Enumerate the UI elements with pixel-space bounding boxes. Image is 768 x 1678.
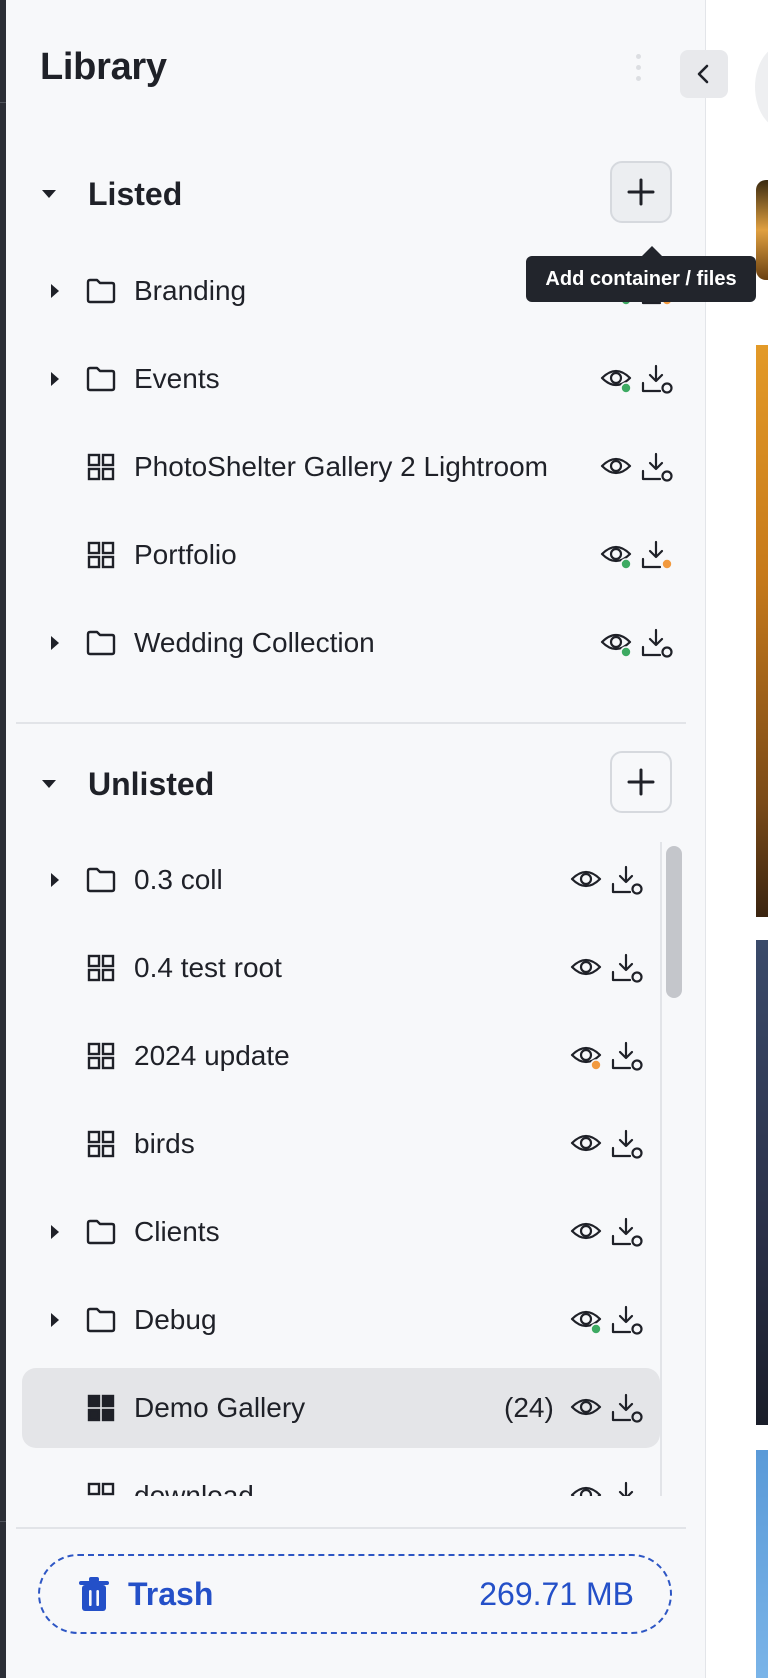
item-label: 0.4 test root — [134, 952, 282, 983]
unlisted-list[interactable]: 0.3 coll 0.4 test root 2024 update birds Cli… — [0, 838, 700, 1496]
caret-right-icon[interactable] — [48, 633, 62, 653]
visibility-eye-icon[interactable] — [600, 363, 634, 395]
add-unlisted-button[interactable] — [610, 751, 672, 813]
trash-button[interactable]: Trash 269.71 MB — [38, 1554, 672, 1634]
unlisted-item[interactable]: 0.4 test root — [22, 928, 660, 1008]
unlisted-item[interactable]: birds — [22, 1104, 660, 1184]
scrollbar-thumb[interactable] — [666, 846, 682, 998]
folder-icon — [85, 275, 117, 307]
section-listed-header[interactable]: Listed — [40, 174, 182, 214]
unlisted-item[interactable]: Debug — [22, 1280, 660, 1360]
trash-size: 269.71 MB — [479, 1575, 634, 1612]
item-label: Clients — [134, 1216, 220, 1247]
preview-thumbnail[interactable] — [756, 940, 768, 1425]
item-label: Branding — [134, 275, 247, 306]
visibility-eye-icon[interactable] — [570, 1392, 604, 1424]
download-settings-icon[interactable] — [610, 1128, 644, 1160]
gallery-grid-icon — [85, 539, 117, 571]
visibility-eye-icon[interactable] — [570, 952, 604, 984]
unlisted-item[interactable]: download — [22, 1456, 660, 1496]
download-settings-icon[interactable] — [610, 864, 644, 896]
trash-icon — [79, 1577, 109, 1611]
preview-thumbnail[interactable] — [756, 1450, 768, 1678]
item-label: download — [134, 1480, 254, 1496]
unlisted-item[interactable]: Clients — [22, 1192, 660, 1272]
add-listed-button[interactable] — [610, 161, 672, 223]
item-label: 2024 update — [134, 1040, 290, 1071]
download-settings-icon[interactable] — [640, 363, 674, 395]
caret-down-icon — [40, 778, 70, 790]
folder-icon — [85, 363, 117, 395]
download-settings-icon[interactable] — [610, 1480, 644, 1496]
caret-right-icon[interactable] — [48, 1310, 62, 1330]
trash-label: Trash — [128, 1575, 214, 1612]
download-settings-icon[interactable] — [610, 1392, 644, 1424]
download-settings-icon[interactable] — [640, 539, 674, 571]
add-container-tooltip: Add container / files — [526, 246, 756, 302]
visibility-eye-icon[interactable] — [570, 1480, 604, 1496]
download-settings-icon[interactable] — [640, 627, 674, 659]
section-unlisted-label: Unlisted — [88, 765, 215, 802]
more-options-icon[interactable] — [633, 54, 643, 88]
visibility-eye-icon[interactable] — [570, 864, 604, 896]
footer-divider — [16, 1527, 686, 1529]
download-settings-icon[interactable] — [610, 1040, 644, 1072]
visibility-eye-icon[interactable] — [600, 627, 634, 659]
item-label: Demo Gallery — [134, 1392, 306, 1423]
folder-icon — [85, 1216, 117, 1248]
unlisted-item[interactable]: Demo Gallery (24) — [22, 1368, 660, 1448]
gallery-grid-icon — [85, 1128, 117, 1160]
download-settings-icon[interactable] — [610, 1216, 644, 1248]
download-settings-icon[interactable] — [610, 952, 644, 984]
item-label: Debug — [134, 1304, 217, 1335]
gallery-grid-icon — [85, 952, 117, 984]
visibility-eye-icon[interactable] — [570, 1128, 604, 1160]
gallery-grid-icon — [85, 451, 117, 483]
caret-right-icon[interactable] — [48, 281, 62, 301]
caret-right-icon[interactable] — [48, 369, 62, 389]
visibility-eye-icon[interactable] — [600, 539, 634, 571]
content-preview-edge — [707, 0, 768, 1678]
visibility-eye-icon[interactable] — [570, 1304, 604, 1336]
avatar[interactable] — [755, 44, 768, 130]
folder-icon — [85, 1304, 117, 1336]
listed-item[interactable]: PhotoShelter Gallery 2 Lightroom — [22, 427, 674, 507]
gallery-grid-filled-icon — [85, 1392, 117, 1424]
visibility-eye-icon[interactable] — [570, 1040, 604, 1072]
listed-item[interactable]: Events — [22, 339, 674, 419]
folder-icon — [85, 864, 117, 896]
unlisted-item[interactable]: 2024 update — [22, 1016, 660, 1096]
visibility-eye-icon[interactable] — [600, 451, 634, 483]
item-count: (24) — [504, 1392, 554, 1423]
visibility-eye-icon[interactable] — [570, 1216, 604, 1248]
page-title: Library — [40, 46, 167, 88]
gallery-grid-icon — [85, 1480, 117, 1496]
preview-thumbnail[interactable] — [756, 345, 768, 917]
gallery-grid-icon — [85, 1040, 117, 1072]
listed-item[interactable]: Portfolio — [22, 515, 674, 595]
preview-thumbnail[interactable] — [756, 180, 768, 280]
item-label: Events — [134, 363, 220, 394]
section-divider — [16, 722, 686, 724]
item-label: Wedding Collection — [134, 627, 375, 658]
caret-down-icon — [40, 188, 70, 200]
chevron-left-icon — [697, 64, 709, 84]
folder-icon — [85, 627, 117, 659]
item-label: Portfolio — [134, 539, 237, 570]
item-label: birds — [134, 1128, 195, 1159]
unlisted-item[interactable]: 0.3 coll — [22, 840, 660, 920]
caret-right-icon[interactable] — [48, 1222, 62, 1242]
download-settings-icon[interactable] — [640, 451, 674, 483]
item-label: 0.3 coll — [134, 864, 223, 895]
scrollbar-track[interactable] — [660, 842, 662, 1496]
section-unlisted-header[interactable]: Unlisted — [40, 764, 214, 804]
download-settings-icon[interactable] — [610, 1304, 644, 1336]
section-listed-label: Listed — [88, 175, 183, 212]
listed-item[interactable]: Wedding Collection — [22, 603, 674, 683]
plus-icon — [627, 768, 655, 796]
plus-icon — [627, 178, 655, 206]
collapse-panel-button[interactable] — [680, 50, 728, 98]
caret-right-icon[interactable] — [48, 870, 62, 890]
item-label: PhotoShelter Gallery 2 Lightroom — [134, 451, 548, 482]
